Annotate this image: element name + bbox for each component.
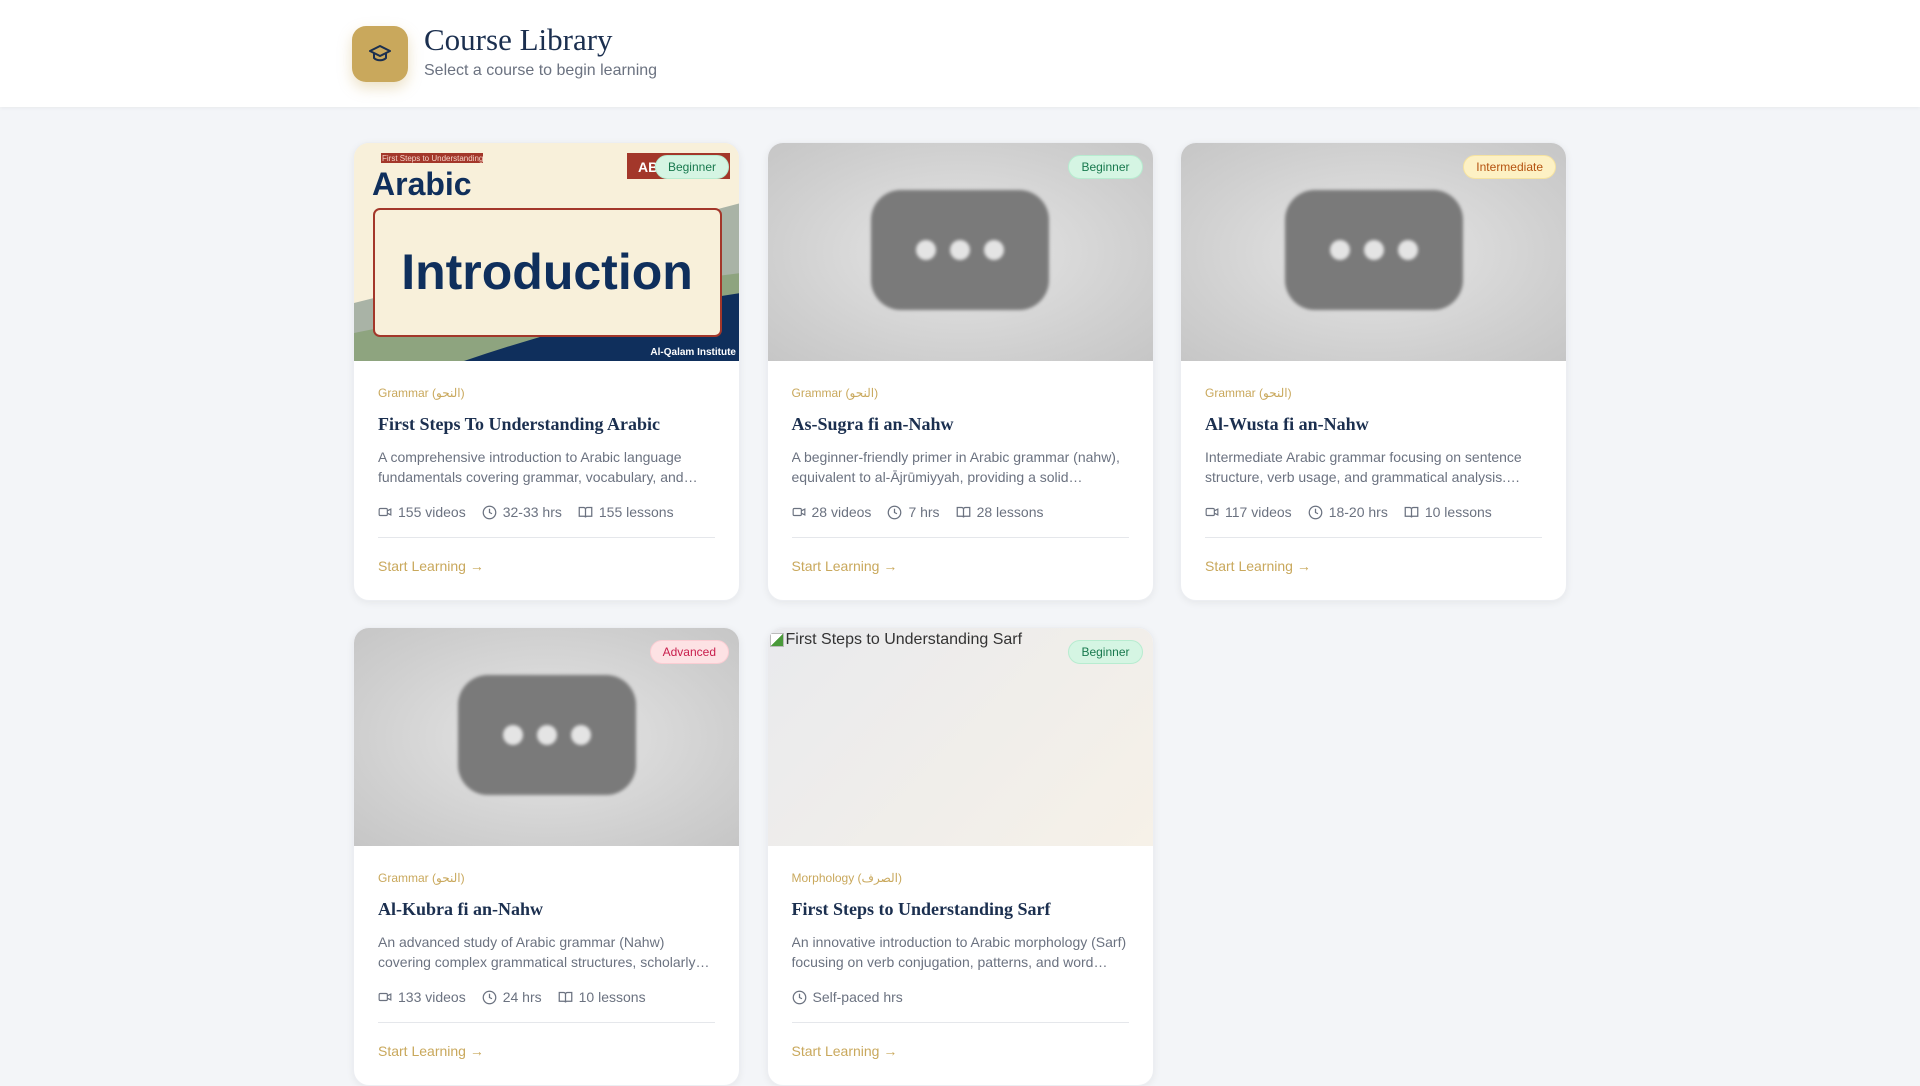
meta-duration: 18-20 hrs — [1308, 504, 1388, 520]
course-category: Grammar (النحو) — [1205, 386, 1292, 400]
meta-videos: 28 videos — [792, 504, 871, 520]
page-header: Course Library Select a course to begin … — [0, 0, 1920, 107]
course-description: An innovative introduction to Arabic mor… — [791, 934, 1127, 970]
meta-videos: 133 videos — [378, 989, 466, 1005]
course-category: Morphology (الصرف) — [791, 871, 903, 885]
cover-headline: Introduction — [401, 244, 693, 300]
meta-lessons: 155 lessons — [578, 504, 674, 520]
chat-bubble-placeholder-icon — [871, 190, 1049, 310]
course-grid: First Steps to Understanding Arabic AB I… — [353, 142, 1567, 1086]
broken-image-alt: First Steps to Understanding Sarf — [769, 631, 1022, 649]
course-title[interactable]: Al-Kubra fi an-Nahw — [378, 899, 715, 920]
level-badge: Advanced — [649, 640, 729, 664]
divider — [791, 537, 1129, 538]
course-description: A comprehensive introduction to Arabic l… — [378, 449, 698, 485]
start-learning-link[interactable]: Start Learning → — [792, 1043, 1129, 1059]
divider — [378, 1022, 715, 1023]
clock-icon — [792, 990, 807, 1005]
course-meta: 155 videos 32-33 hrs 155 lessons — [378, 504, 715, 520]
course-category: Grammar (النحو) — [378, 871, 465, 885]
meta-lessons: 10 lessons — [558, 989, 646, 1005]
course-title[interactable]: As-Sugra fi an-Nahw — [792, 414, 1129, 435]
book-icon — [956, 505, 971, 520]
book-icon — [578, 505, 593, 520]
broken-image-icon — [769, 633, 784, 647]
course-card[interactable]: First Steps to Understanding Arabic AB I… — [353, 142, 740, 601]
chat-bubble-placeholder-icon — [457, 675, 636, 795]
divider — [791, 1022, 1129, 1023]
course-thumbnail: First Steps to Understanding Arabic AB I… — [354, 143, 739, 361]
level-badge: Beginner — [654, 155, 729, 179]
clock-icon — [482, 505, 497, 520]
level-badge: Beginner — [1068, 155, 1143, 179]
start-learning-link[interactable]: Start Learning → — [1205, 558, 1542, 574]
graduation-cap-icon — [352, 26, 408, 82]
course-card[interactable]: First Steps to Understanding Sarf Beginne… — [766, 627, 1154, 1086]
course-description: Intermediate Arabic grammar focusing on … — [1205, 449, 1522, 485]
course-meta: 28 videos 7 hrs 28 lessons — [792, 504, 1129, 520]
course-thumbnail: Advanced — [354, 628, 739, 846]
level-badge: Intermediate — [1463, 155, 1556, 179]
divider — [378, 537, 715, 538]
course-meta: 133 videos 24 hrs 10 lessons — [378, 989, 715, 1005]
course-card[interactable]: Advanced Grammar (النحو) Al-Kubra fi an-… — [353, 627, 740, 1086]
course-title[interactable]: First Steps to Understanding Sarf — [792, 899, 1129, 920]
meta-duration: 7 hrs — [887, 504, 940, 520]
course-thumbnail: Intermediate — [1181, 143, 1566, 361]
video-icon — [1205, 505, 1219, 519]
book-icon — [1404, 505, 1419, 520]
course-description: An advanced study of Arabic grammar (Nah… — [378, 934, 710, 970]
book-icon — [558, 990, 573, 1005]
page-title: Course Library — [424, 22, 613, 57]
video-icon — [792, 505, 806, 519]
course-title[interactable]: First Steps To Understanding Arabic — [378, 414, 715, 435]
meta-duration: Self-paced hrs — [792, 989, 903, 1005]
meta-lessons: 28 lessons — [956, 504, 1044, 520]
meta-videos: 155 videos — [378, 504, 466, 520]
course-card[interactable]: Intermediate Grammar (النحو) Al-Wusta fi… — [1180, 142, 1567, 601]
course-description: A beginner-friendly primer in Arabic gra… — [791, 449, 1120, 485]
course-title[interactable]: Al-Wusta fi an-Nahw — [1205, 414, 1542, 435]
meta-videos: 117 videos — [1205, 504, 1292, 520]
start-learning-link[interactable]: Start Learning → — [378, 1043, 715, 1059]
start-learning-link[interactable]: Start Learning → — [792, 558, 1129, 574]
course-meta: Self-paced hrs — [792, 989, 1129, 1005]
page-subtitle: Select a course to begin learning — [424, 62, 658, 79]
clock-icon — [482, 990, 497, 1005]
start-learning-link[interactable]: Start Learning → — [378, 558, 715, 574]
chat-bubble-placeholder-icon — [1284, 190, 1463, 310]
course-category: Grammar (النحو) — [791, 386, 879, 400]
meta-lessons: 10 lessons — [1404, 504, 1492, 520]
cover-brand: Al-Qalam Institute — [650, 347, 736, 358]
cover-caption: First Steps to Understanding — [382, 154, 483, 163]
meta-duration: 24 hrs — [482, 989, 542, 1005]
course-thumbnail: Beginner — [767, 143, 1153, 361]
cover-word: Arabic — [372, 166, 472, 202]
course-category: Grammar (النحو) — [378, 386, 465, 400]
clock-icon — [1308, 505, 1323, 520]
clock-icon — [887, 505, 902, 520]
course-meta: 117 videos 18-20 hrs 10 lessons — [1205, 504, 1542, 520]
video-icon — [378, 990, 392, 1004]
meta-duration: 32-33 hrs — [482, 504, 562, 520]
video-icon — [378, 505, 392, 519]
course-card[interactable]: Beginner Grammar (النحو) As-Sugra fi an-… — [766, 142, 1154, 601]
level-badge: Beginner — [1068, 640, 1143, 664]
divider — [1205, 537, 1542, 538]
course-thumbnail: First Steps to Understanding Sarf Beginne… — [767, 628, 1153, 846]
